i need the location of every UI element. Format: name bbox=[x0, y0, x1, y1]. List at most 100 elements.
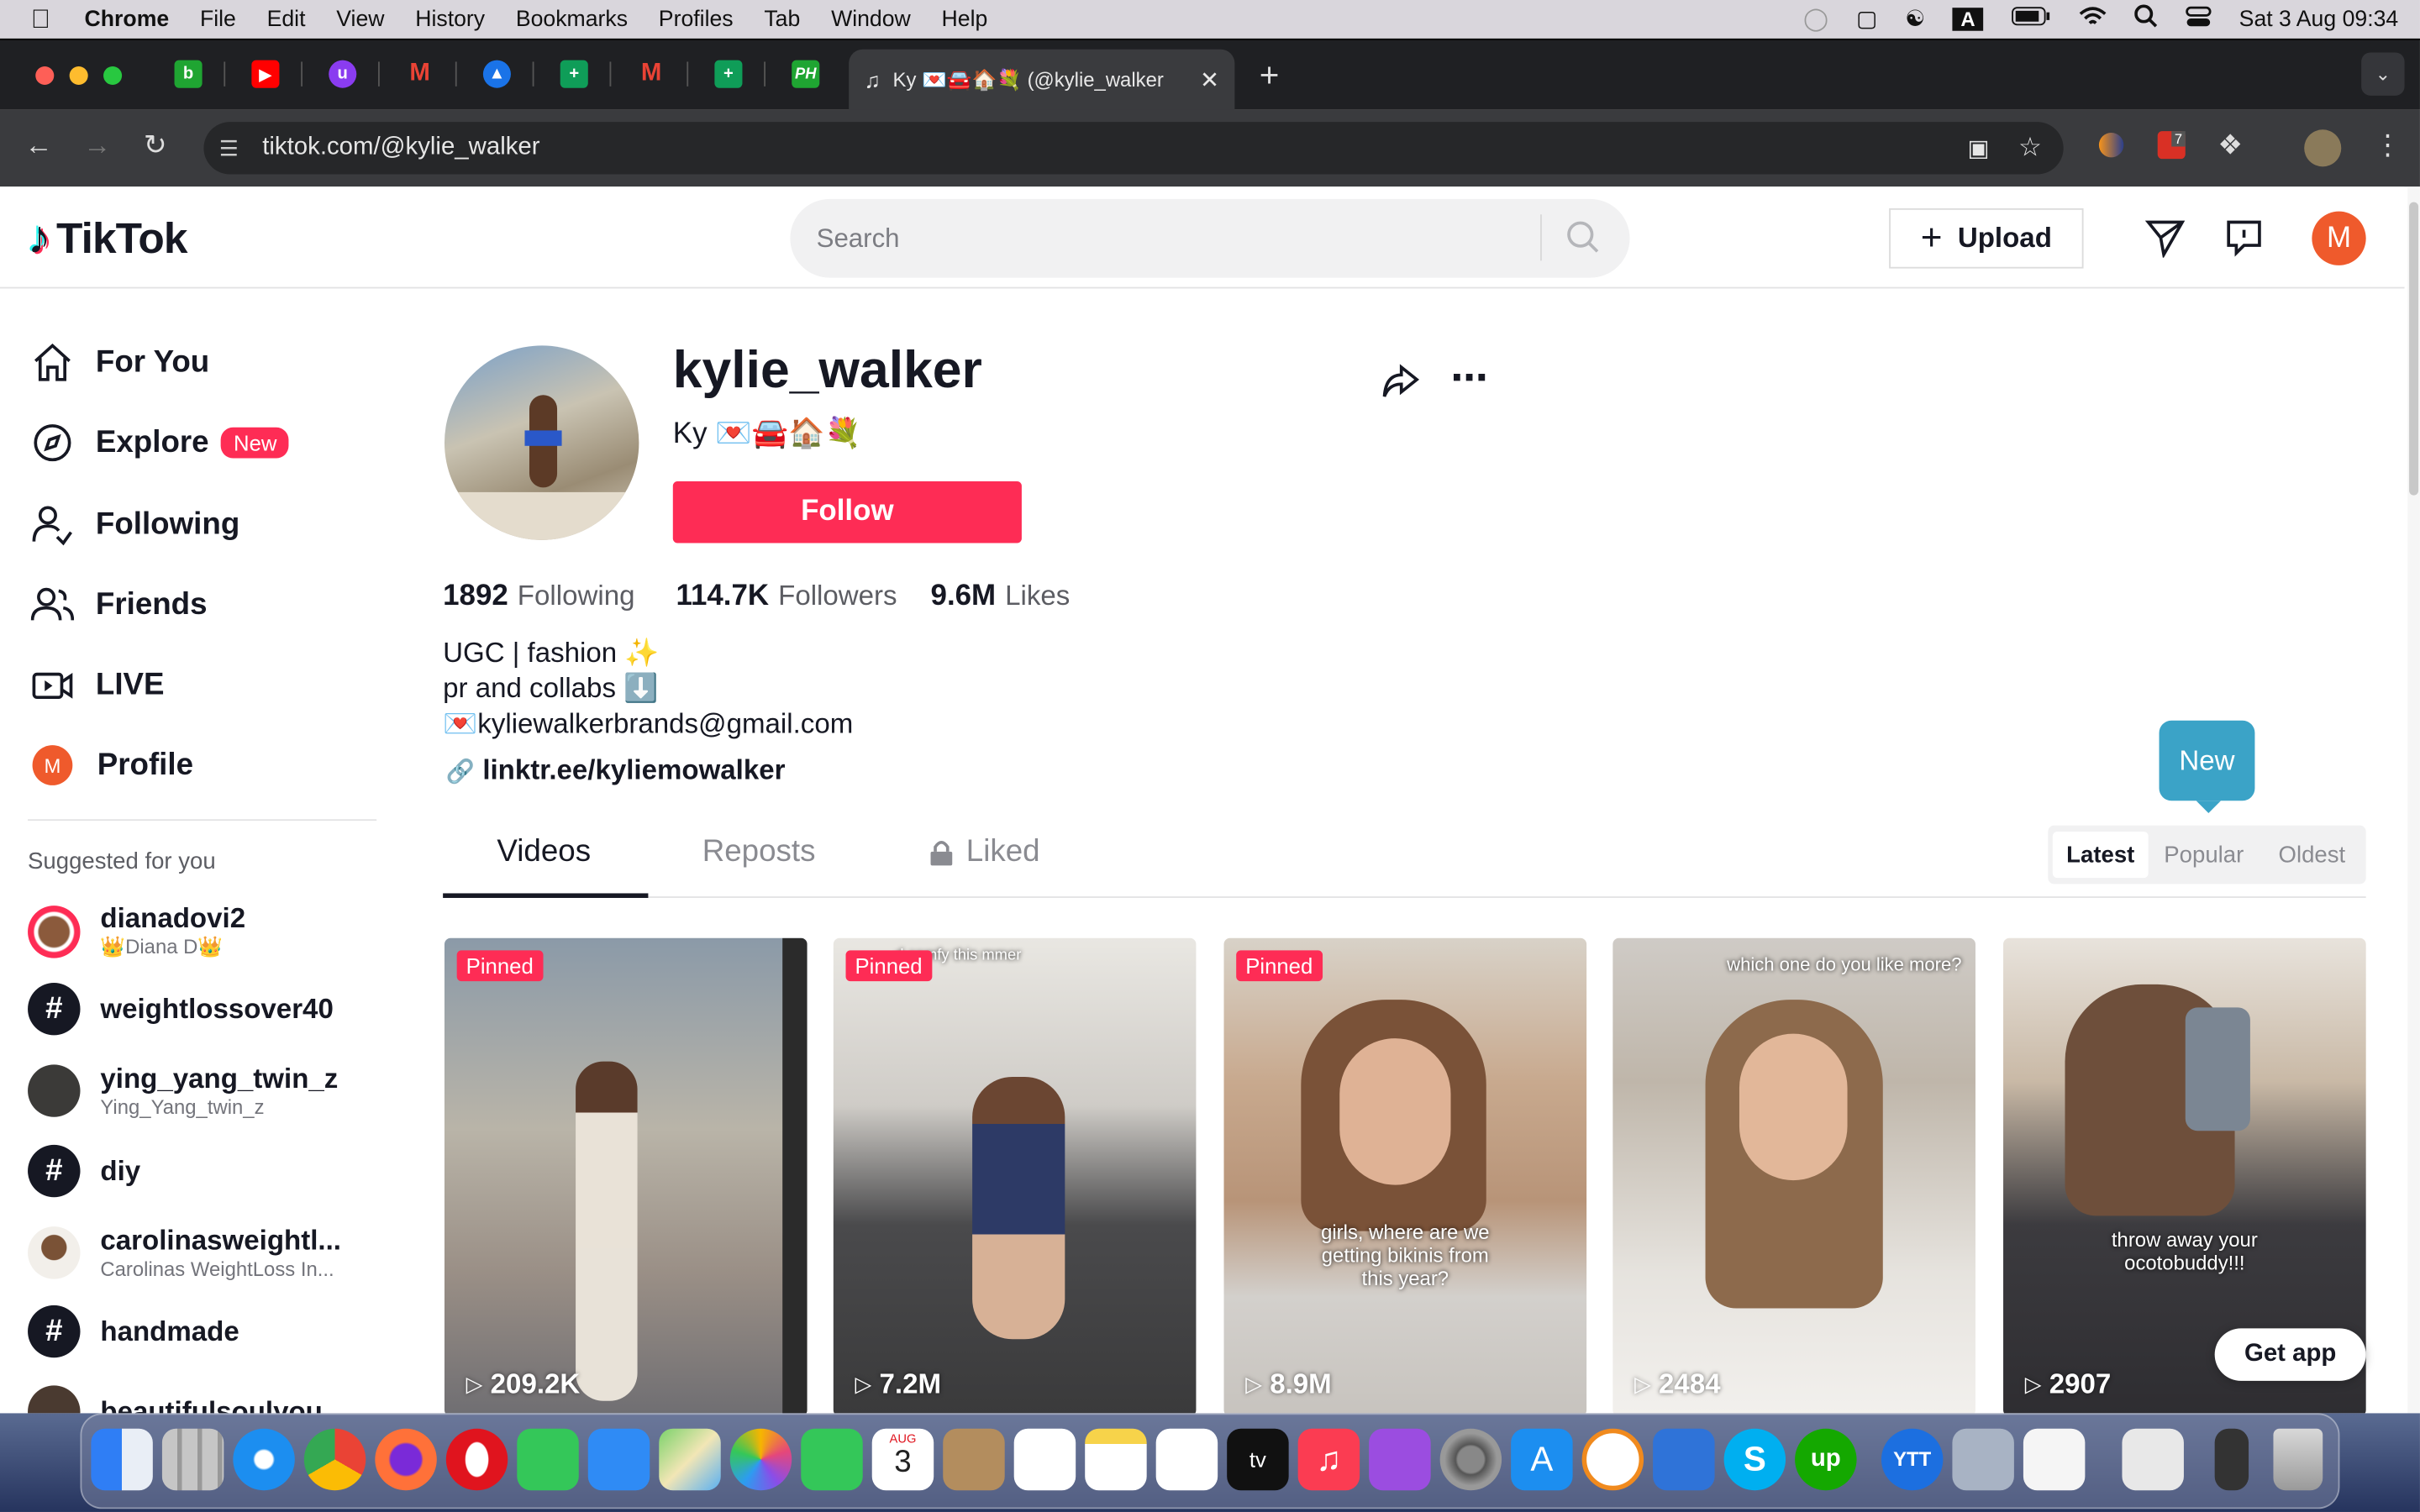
extensions-puzzle-icon[interactable]: ❖ bbox=[2217, 129, 2243, 162]
tab-youtube-icon[interactable]: ▶ bbox=[251, 60, 280, 88]
new-tab-button[interactable]: + bbox=[1260, 55, 1280, 96]
extension-red-icon[interactable]: 7 bbox=[2157, 131, 2186, 160]
video-card[interactable]: which one do you like more? ▷ 2484 bbox=[1612, 937, 1975, 1414]
app-store-icon[interactable]: A bbox=[1511, 1428, 1573, 1491]
install-app-icon[interactable]: ▣ bbox=[1967, 134, 1989, 162]
nav-for-you[interactable]: For You bbox=[31, 341, 210, 384]
menu-help[interactable]: Help bbox=[942, 7, 988, 31]
safari-icon[interactable] bbox=[233, 1428, 295, 1491]
reload-icon[interactable]: ↻ bbox=[144, 129, 167, 162]
tab-liked[interactable]: Liked bbox=[929, 835, 1040, 870]
menu-file[interactable]: File bbox=[200, 7, 236, 31]
control-center-icon[interactable] bbox=[2185, 5, 2212, 33]
freeform-icon[interactable] bbox=[1155, 1428, 1218, 1491]
recent-phone-icon[interactable] bbox=[2214, 1428, 2249, 1491]
messages-send-icon[interactable] bbox=[2144, 218, 2186, 265]
menu-edit[interactable]: Edit bbox=[267, 7, 306, 31]
nav-live[interactable]: LIVE bbox=[31, 664, 165, 706]
launchpad-icon[interactable] bbox=[161, 1428, 224, 1491]
site-info-icon[interactable]: ☰ bbox=[219, 135, 239, 161]
input-source-icon[interactable]: A bbox=[1953, 8, 1983, 31]
suggested-hashtag[interactable]: # weightlossover40 bbox=[28, 982, 334, 1036]
menu-tab[interactable]: Tab bbox=[764, 7, 800, 31]
tab-videos[interactable]: Videos bbox=[497, 835, 591, 870]
chrome-icon[interactable] bbox=[303, 1428, 366, 1491]
upload-button[interactable]: + Upload bbox=[1889, 207, 2084, 269]
music-icon[interactable]: ♫ bbox=[1297, 1428, 1360, 1491]
active-tab[interactable]: ♫ Ky 💌🚘🏠💐 (@kylie_walker ✕ bbox=[849, 49, 1235, 112]
back-icon[interactable]: ← bbox=[24, 129, 52, 162]
contacts-icon[interactable] bbox=[943, 1428, 1005, 1491]
share-icon[interactable] bbox=[1380, 361, 1420, 409]
sort-popular[interactable]: Popular bbox=[2156, 832, 2252, 878]
upwork-icon[interactable]: up bbox=[1795, 1428, 1857, 1491]
profile-link[interactable]: 🔗 linktr.ee/kyliemowalker bbox=[446, 754, 786, 787]
menu-bar-clock[interactable]: Sat 3 Aug 09:34 bbox=[2239, 7, 2399, 31]
reminders-icon[interactable] bbox=[1013, 1428, 1076, 1491]
nav-profile[interactable]: M Profile bbox=[31, 745, 193, 785]
suggested-account[interactable]: dianadovi2 👑Diana D👑 bbox=[28, 902, 245, 959]
recent-window-icon[interactable] bbox=[2122, 1428, 2184, 1491]
tab-purple-u-icon[interactable]: u bbox=[329, 60, 357, 88]
tab-bitwarden-icon[interactable]: b bbox=[174, 60, 203, 88]
video-card[interactable]: Pinned girls, where are we getting bikin… bbox=[1223, 937, 1587, 1414]
spotlight-search-icon[interactable] bbox=[2133, 4, 2158, 34]
more-options-icon[interactable]: ⋯ bbox=[1450, 356, 1489, 401]
chrome-profile-avatar[interactable] bbox=[2304, 129, 2342, 167]
chrome-menu-icon[interactable]: ⋮ bbox=[2374, 129, 2402, 162]
video-card[interactable]: d comfy this mmer Pinned ▷ 7.2M bbox=[833, 937, 1197, 1414]
tab-sheets-icon[interactable]: + bbox=[560, 60, 588, 88]
menu-chrome[interactable]: Chrome bbox=[85, 7, 170, 31]
tab-ph-icon[interactable]: PH bbox=[792, 60, 820, 88]
textedit-icon[interactable] bbox=[2023, 1428, 2086, 1491]
tailscale-icon[interactable] bbox=[1653, 1428, 1715, 1491]
preview-icon[interactable] bbox=[1952, 1428, 2014, 1491]
close-tab-icon[interactable]: ✕ bbox=[1200, 66, 1219, 94]
user-avatar[interactable]: M bbox=[2312, 211, 2366, 265]
tab-sheets-icon-2[interactable]: + bbox=[714, 60, 743, 88]
bookmark-star-icon[interactable]: ☆ bbox=[2018, 133, 2042, 164]
tab-search-button[interactable]: ⌄ bbox=[2361, 52, 2405, 96]
tab-gmail-icon[interactable]: M bbox=[406, 60, 434, 88]
menu-window[interactable]: Window bbox=[831, 7, 911, 31]
finder-icon[interactable] bbox=[91, 1428, 153, 1491]
creative-cloud-icon[interactable]: ☯ bbox=[1905, 7, 1925, 31]
menu-profiles[interactable]: Profiles bbox=[659, 7, 734, 31]
sort-latest[interactable]: Latest bbox=[2052, 831, 2149, 879]
suggested-account[interactable]: ying_yang_twin_z Ying_Yang_twin_z bbox=[28, 1063, 338, 1119]
firefox-icon[interactable] bbox=[375, 1428, 437, 1491]
ytt-icon[interactable]: YTT bbox=[1881, 1428, 1944, 1491]
extension-orb-icon[interactable] bbox=[2098, 132, 2124, 158]
tab-gmail-icon-2[interactable]: M bbox=[638, 60, 666, 88]
menu-history[interactable]: History bbox=[415, 7, 485, 31]
address-bar[interactable]: ☰ tiktok.com/@kylie_walker ▣ ☆ bbox=[203, 122, 2064, 175]
status-check-icon[interactable]: ◯ bbox=[1803, 7, 1828, 31]
suggested-hashtag[interactable]: # diy bbox=[28, 1144, 140, 1198]
nav-following[interactable]: Following bbox=[31, 503, 239, 546]
apple-tv-icon[interactable]: tv bbox=[1227, 1428, 1289, 1491]
trash-icon[interactable] bbox=[2273, 1428, 2323, 1491]
zoom-window-button[interactable] bbox=[103, 66, 123, 86]
nav-explore[interactable]: Explore New bbox=[31, 421, 290, 464]
follow-button[interactable]: Follow bbox=[672, 481, 1022, 543]
skype-icon[interactable]: S bbox=[1723, 1428, 1786, 1491]
status-rounded-square-icon[interactable]: ▢ bbox=[1856, 7, 1877, 31]
opera-icon[interactable] bbox=[445, 1428, 508, 1491]
inbox-icon[interactable] bbox=[2226, 219, 2266, 267]
calendar-icon[interactable]: AUG 3 bbox=[871, 1428, 934, 1491]
menu-bookmarks[interactable]: Bookmarks bbox=[516, 7, 628, 31]
battery-icon[interactable] bbox=[2011, 6, 2051, 32]
sort-oldest[interactable]: Oldest bbox=[2264, 832, 2360, 878]
suggested-account[interactable]: carolinasweightl... Carolinas WeightLoss … bbox=[28, 1225, 341, 1280]
facetime-icon[interactable] bbox=[801, 1428, 863, 1491]
tab-mountain-icon[interactable]: ▲ bbox=[482, 60, 511, 88]
minimize-window-button[interactable] bbox=[69, 66, 88, 86]
photos-icon[interactable] bbox=[729, 1428, 792, 1491]
tiktok-logo[interactable]: ♪ TikTok bbox=[28, 213, 187, 265]
nav-friends[interactable]: Friends bbox=[30, 583, 208, 626]
suggested-hashtag[interactable]: # handmade bbox=[28, 1305, 239, 1358]
menu-view[interactable]: View bbox=[336, 7, 384, 31]
page-scrollbar[interactable] bbox=[2407, 186, 2420, 1414]
mail-icon[interactable] bbox=[587, 1428, 650, 1491]
search-icon[interactable] bbox=[1566, 221, 1600, 263]
